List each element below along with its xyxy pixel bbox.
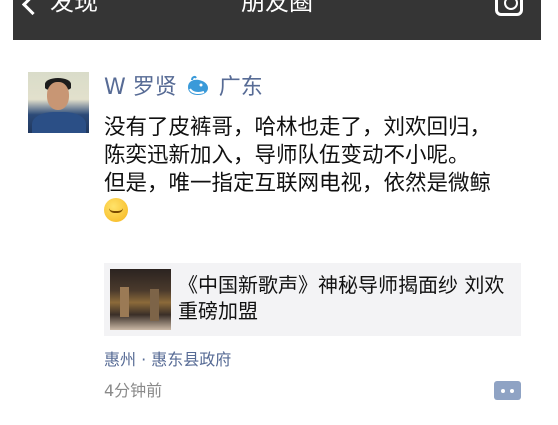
page-title: 朋友圈 (241, 0, 313, 16)
comment-dot (501, 389, 505, 393)
whale-icon (187, 75, 208, 95)
timestamp: 4分钟前 (104, 381, 163, 400)
avatar-body (32, 112, 86, 133)
author-region: 广东 (218, 75, 263, 100)
post-text-line-content: 但是，唯一指定互联网电视，依然是微鲸 (104, 171, 492, 196)
comment-dot (510, 389, 514, 393)
avatar-face (47, 82, 69, 110)
shared-link-card[interactable]: 《中国新歌声》神秘导师揭面纱 刘欢重磅加盟 (104, 263, 521, 336)
author-name-text: W 罗贤 (104, 75, 177, 100)
location-label[interactable]: 惠州 · 惠东县政府 (104, 349, 231, 371)
post-text-line: 但是，唯一指定互联网电视，依然是微鲸 (104, 170, 504, 226)
camera-icon[interactable] (495, 0, 523, 16)
post-text-line: 没有了皮裤哥，哈林也走了，刘欢回归，陈奕迅新加入，导师队伍变动不小呢。 (104, 115, 492, 168)
link-thumbnail (110, 269, 171, 330)
top-navbar: 发现 朋友圈 (13, 0, 541, 40)
author-name[interactable]: W 罗贤 广东 (104, 74, 263, 102)
link-title: 《中国新歌声》神秘导师揭面纱 刘欢重磅加盟 (178, 273, 505, 323)
post-text: 没有了皮裤哥，哈林也走了，刘欢回归，陈奕迅新加入，导师队伍变动不小呢。 但是，唯… (104, 114, 504, 226)
blush-emoji-icon (104, 198, 128, 222)
avatar[interactable] (28, 72, 89, 133)
comment-icon[interactable] (494, 381, 521, 400)
